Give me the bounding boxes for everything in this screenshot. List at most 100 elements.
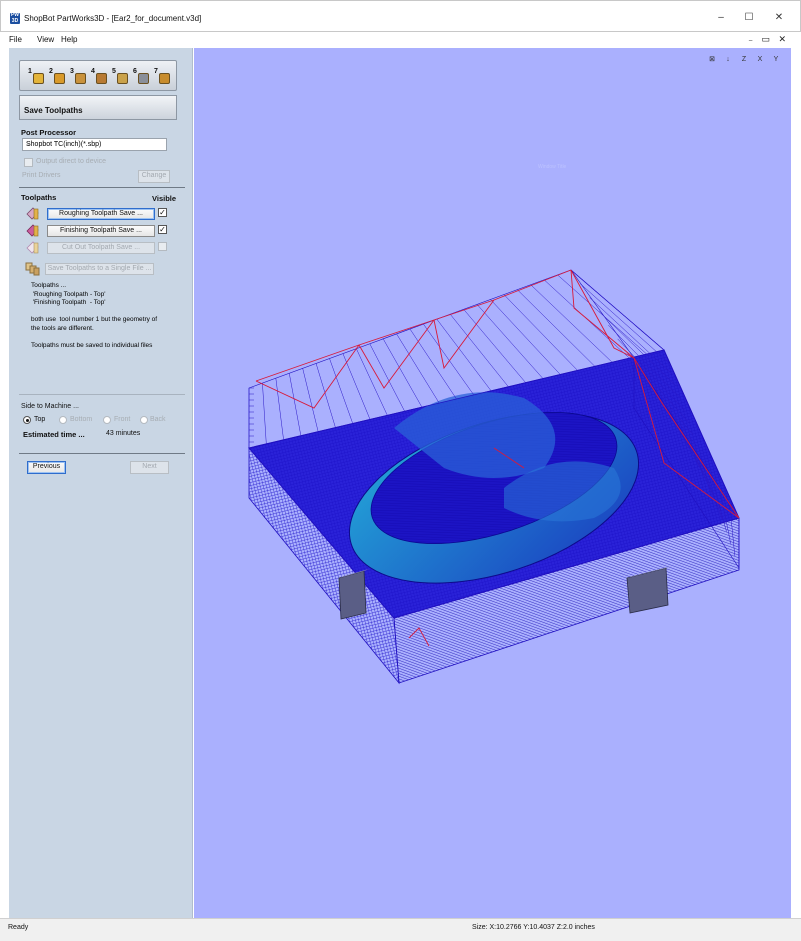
- wireframe-line: [517, 289, 596, 367]
- view-toolbar: ⊠ ↓ Z X Y: [703, 54, 783, 66]
- post-processor-label: Post Processor: [21, 128, 77, 137]
- previous-button[interactable]: Previous: [27, 461, 66, 474]
- status-bar: Ready Size: X:10.2766 Y:10.4037 Z:2.0 in…: [0, 918, 801, 941]
- step-shape: [138, 73, 149, 84]
- cutout-toolpath-icon: [26, 241, 39, 254]
- info-line: 'Roughing Toolpath - Top': [31, 290, 106, 298]
- position-model-icon[interactable]: 2: [49, 68, 65, 84]
- finishing-toolpath-icon: [26, 224, 39, 237]
- 3d-viewport[interactable]: ⊠ ↓ Z X Y Window Title: [194, 48, 791, 918]
- finishing-icon[interactable]: 5: [112, 68, 128, 84]
- save-single-file-button[interactable]: Save Toolpaths to a Single File ...: [45, 263, 154, 275]
- roughing-toolpath-icon: [26, 207, 39, 220]
- step-number: 7: [154, 68, 158, 75]
- next-button[interactable]: Next: [130, 461, 169, 474]
- mdi-window-controls[interactable]: ₋ ▭ ✕: [748, 34, 789, 45]
- post-processor-select[interactable]: Shopbot TC(inch)(*.sbp) ⌄: [22, 138, 167, 151]
- estimated-time-value: 43 minutes: [106, 430, 141, 437]
- section-title: Save Toolpaths: [24, 106, 83, 115]
- iso-view-icon[interactable]: ↓: [721, 54, 735, 66]
- wireframe-line: [289, 373, 302, 436]
- step-number: 3: [70, 68, 74, 75]
- wireframe-line: [342, 353, 371, 420]
- output-direct-label: Output direct to device: [36, 158, 107, 165]
- step-number: 4: [91, 68, 95, 75]
- x-view-icon[interactable]: X: [753, 54, 767, 66]
- menu-file[interactable]: File: [9, 35, 22, 44]
- print-drivers-label: Print Drivers: [22, 172, 61, 179]
- wireframe-line: [369, 343, 405, 412]
- step-number: 2: [49, 68, 53, 75]
- finishing-toolpath-save-button[interactable]: Finishing Toolpath Save ...: [47, 225, 155, 237]
- wireframe-line: [329, 358, 353, 424]
- menu-help[interactable]: Help: [61, 35, 77, 44]
- model-size-readout: Size: X:10.2766 Y:10.4037 Z:2.0 inches: [472, 924, 595, 931]
- wireframe-line: [530, 284, 613, 363]
- wireframe-line: [490, 299, 561, 375]
- cutout-toolpath-save-button[interactable]: Cut Out Toolpath Save ...: [47, 242, 155, 254]
- wireframe-line: [382, 338, 423, 408]
- wireframe-line: [356, 348, 388, 416]
- divider: [19, 187, 185, 188]
- z-view-icon[interactable]: Z: [737, 54, 751, 66]
- preview-icon[interactable]: 6: [133, 68, 149, 84]
- visible-label: Visible: [152, 194, 177, 203]
- output-direct-checkbox[interactable]: [24, 158, 33, 167]
- zoom-extents-icon[interactable]: ⊠: [705, 54, 719, 66]
- toolpaths-label: Toolpaths: [21, 193, 57, 202]
- roughing-toolpath-save-button[interactable]: Roughing Toolpath Save ...: [47, 208, 155, 220]
- side-top-radio[interactable]: [23, 416, 31, 424]
- wizard-step-toolbar: 1 2 3 4 5 6 7: [19, 60, 177, 91]
- step-shape: [159, 73, 170, 84]
- side-back-radio[interactable]: [140, 416, 148, 424]
- side-bottom-radio[interactable]: [59, 416, 67, 424]
- title-bar: PW 3D ShopBot PartWorks3D - [Ear2_for_do…: [0, 0, 801, 32]
- roughing-visible-checkbox[interactable]: ✓: [158, 208, 167, 217]
- step-shape: [75, 73, 86, 84]
- wireframe-line: [315, 363, 336, 428]
- side-front-radio[interactable]: [103, 416, 111, 424]
- step-number: 6: [133, 68, 137, 75]
- roughing-icon[interactable]: 4: [91, 68, 107, 84]
- estimated-time-label: Estimated time ...: [23, 430, 85, 439]
- step-shape: [96, 73, 107, 84]
- wireframe-line: [570, 269, 665, 351]
- step-number: 1: [28, 68, 32, 75]
- clamp-left: [338, 570, 367, 620]
- side-bottom-label: Bottom: [70, 416, 93, 423]
- info-line: Toolpaths must be saved to individual fi…: [31, 341, 153, 349]
- change-button[interactable]: Change: [138, 170, 170, 183]
- cutout-visible-checkbox[interactable]: [158, 242, 167, 251]
- step-shape: [117, 73, 128, 84]
- wireframe-line: [262, 383, 267, 444]
- wireframe-line: [409, 328, 457, 400]
- close-button[interactable]: ✕: [772, 11, 786, 25]
- section-header: Save Toolpaths: [19, 95, 177, 120]
- side-to-machine-label: Side to Machine ...: [21, 403, 79, 410]
- open-model-icon[interactable]: 1: [28, 68, 44, 84]
- info-line: Toolpaths ...: [31, 282, 67, 289]
- viewport-watermark: Window Title: [538, 164, 567, 170]
- material-setup-icon[interactable]: 3: [70, 68, 86, 84]
- status-text: Ready: [8, 924, 29, 931]
- side-top-label: Top: [34, 416, 46, 423]
- menu-bar: File View Help ₋ ▭ ✕: [0, 32, 801, 46]
- y-view-icon[interactable]: Y: [769, 54, 783, 66]
- wireframe-line: [396, 333, 440, 404]
- save-icon[interactable]: 7: [154, 68, 170, 84]
- wireframe-line: [302, 368, 319, 432]
- step-shape: [54, 73, 65, 84]
- side-back-label: Back: [150, 416, 166, 423]
- info-line: 'Finishing Toolpath - Top': [31, 299, 106, 306]
- maximize-button[interactable]: ☐: [742, 11, 756, 25]
- info-line: the tools are different.: [31, 324, 94, 332]
- step-shape: [33, 73, 44, 84]
- save-all-toolpaths-icon: [25, 262, 40, 276]
- minimize-button[interactable]: –: [714, 11, 728, 25]
- app-logo-icon: PW 3D: [10, 12, 20, 24]
- finishing-visible-checkbox[interactable]: ✓: [158, 225, 167, 234]
- side-front-label: Front: [114, 416, 131, 423]
- divider: [19, 394, 185, 395]
- menu-view[interactable]: View: [37, 35, 54, 44]
- wireframe-line: [450, 314, 509, 387]
